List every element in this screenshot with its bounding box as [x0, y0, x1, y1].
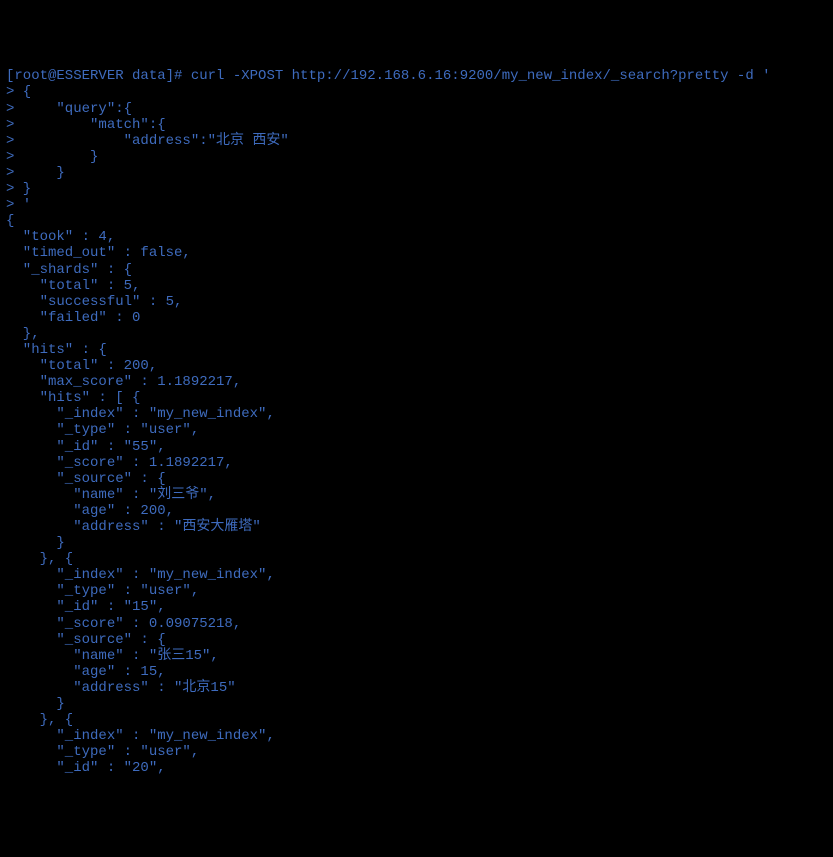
response-line: "_source" : {: [6, 471, 827, 487]
response-line: "age" : 15,: [6, 664, 827, 680]
response-line: "age" : 200,: [6, 503, 827, 519]
command-text: curl -XPOST http://192.168.6.16:9200/my_…: [191, 68, 771, 84]
response-block: { "took" : 4, "timed_out" : false, "_sha…: [6, 213, 827, 776]
response-line: "_type" : "user",: [6, 744, 827, 760]
response-line: "name" : "刘三爷",: [6, 487, 827, 503]
response-line: "hits" : [ {: [6, 390, 827, 406]
input-line: > "match":{: [6, 117, 827, 133]
response-line: "_index" : "my_new_index",: [6, 728, 827, 744]
response-line: }, {: [6, 551, 827, 567]
response-line: "_shards" : {: [6, 262, 827, 278]
response-line: }, {: [6, 712, 827, 728]
response-line: "timed_out" : false,: [6, 245, 827, 261]
response-line: "_index" : "my_new_index",: [6, 567, 827, 583]
input-line: > ': [6, 197, 827, 213]
response-line: "_index" : "my_new_index",: [6, 406, 827, 422]
response-line: "hits" : {: [6, 342, 827, 358]
response-line: "total" : 5,: [6, 278, 827, 294]
response-line: "address" : "北京15": [6, 680, 827, 696]
response-line: "_id" : "15",: [6, 599, 827, 615]
input-line: > "query":{: [6, 101, 827, 117]
response-line: }: [6, 696, 827, 712]
response-line: "_type" : "user",: [6, 583, 827, 599]
response-line: "_source" : {: [6, 632, 827, 648]
input-line: > }: [6, 165, 827, 181]
response-line: "successful" : 5,: [6, 294, 827, 310]
input-line: > }: [6, 181, 827, 197]
input-line: > {: [6, 84, 827, 100]
response-line: {: [6, 213, 827, 229]
response-line: "name" : "张三15",: [6, 648, 827, 664]
response-line: },: [6, 326, 827, 342]
input-line: > }: [6, 149, 827, 165]
input-line: > "address":"北京 西安": [6, 133, 827, 149]
response-line: "max_score" : 1.1892217,: [6, 374, 827, 390]
response-line: "_score" : 0.09075218,: [6, 616, 827, 632]
terminal-output: [root@ESSERVER data]# curl -XPOST http:/…: [6, 68, 827, 776]
response-line: "_id" : "55",: [6, 439, 827, 455]
response-line: "_id" : "20",: [6, 760, 827, 776]
response-line: "failed" : 0: [6, 310, 827, 326]
input-block: > {> "query":{> "match":{> "address":"北京…: [6, 84, 827, 213]
response-line: "address" : "西安大雁塔": [6, 519, 827, 535]
response-line: "_score" : 1.1892217,: [6, 455, 827, 471]
response-line: "total" : 200,: [6, 358, 827, 374]
response-line: "_type" : "user",: [6, 422, 827, 438]
prompt: [root@ESSERVER data]#: [6, 68, 191, 84]
response-line: }: [6, 535, 827, 551]
response-line: "took" : 4,: [6, 229, 827, 245]
